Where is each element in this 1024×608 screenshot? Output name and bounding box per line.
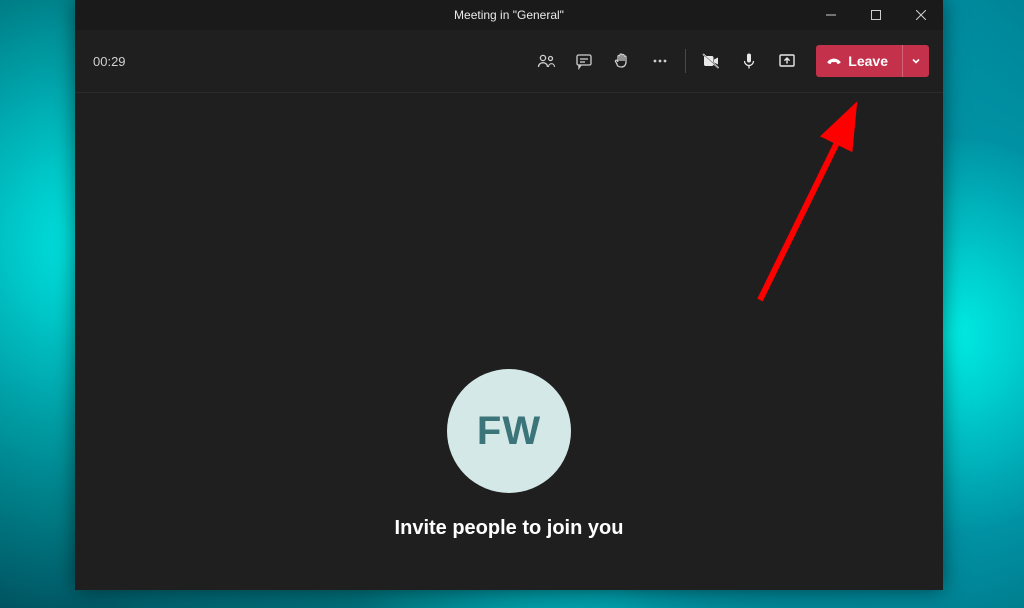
minimize-button[interactable] xyxy=(808,0,853,30)
leave-dropdown-button[interactable] xyxy=(902,45,929,77)
hangup-icon xyxy=(826,53,842,69)
ellipsis-icon xyxy=(650,51,670,71)
mic-toggle-button[interactable] xyxy=(730,42,768,80)
chat-button[interactable] xyxy=(565,42,603,80)
close-button[interactable] xyxy=(898,0,943,30)
hand-icon xyxy=(612,51,632,71)
window-controls xyxy=(808,0,943,30)
camera-off-icon xyxy=(701,51,721,71)
share-screen-button[interactable] xyxy=(768,42,806,80)
maximize-icon xyxy=(871,10,881,20)
teams-meeting-window: Meeting in "General" 00:29 xyxy=(75,0,943,590)
raise-hand-button[interactable] xyxy=(603,42,641,80)
meeting-toolbar: 00:29 xyxy=(75,30,943,93)
avatar-initials: FW xyxy=(477,409,541,454)
microphone-icon xyxy=(739,51,759,71)
meeting-stage: FW Invite people to join you xyxy=(75,93,943,590)
leave-split-button: Leave xyxy=(816,45,929,77)
maximize-button[interactable] xyxy=(853,0,898,30)
invite-message: Invite people to join you xyxy=(75,517,943,540)
leave-label: Leave xyxy=(848,53,888,69)
people-icon xyxy=(536,51,556,71)
more-actions-button[interactable] xyxy=(641,42,679,80)
titlebar: Meeting in "General" xyxy=(75,0,943,30)
call-timer: 00:29 xyxy=(93,54,126,69)
participant-avatar: FW xyxy=(447,369,571,493)
camera-toggle-button[interactable] xyxy=(692,42,730,80)
toolbar-separator xyxy=(685,49,686,73)
share-tray-icon xyxy=(777,51,797,71)
chat-icon xyxy=(574,51,594,71)
participants-button[interactable] xyxy=(527,42,565,80)
leave-button[interactable]: Leave xyxy=(816,45,902,77)
close-icon xyxy=(916,10,926,20)
chevron-down-icon xyxy=(911,56,921,66)
minimize-icon xyxy=(826,10,836,20)
window-title: Meeting in "General" xyxy=(454,8,564,22)
